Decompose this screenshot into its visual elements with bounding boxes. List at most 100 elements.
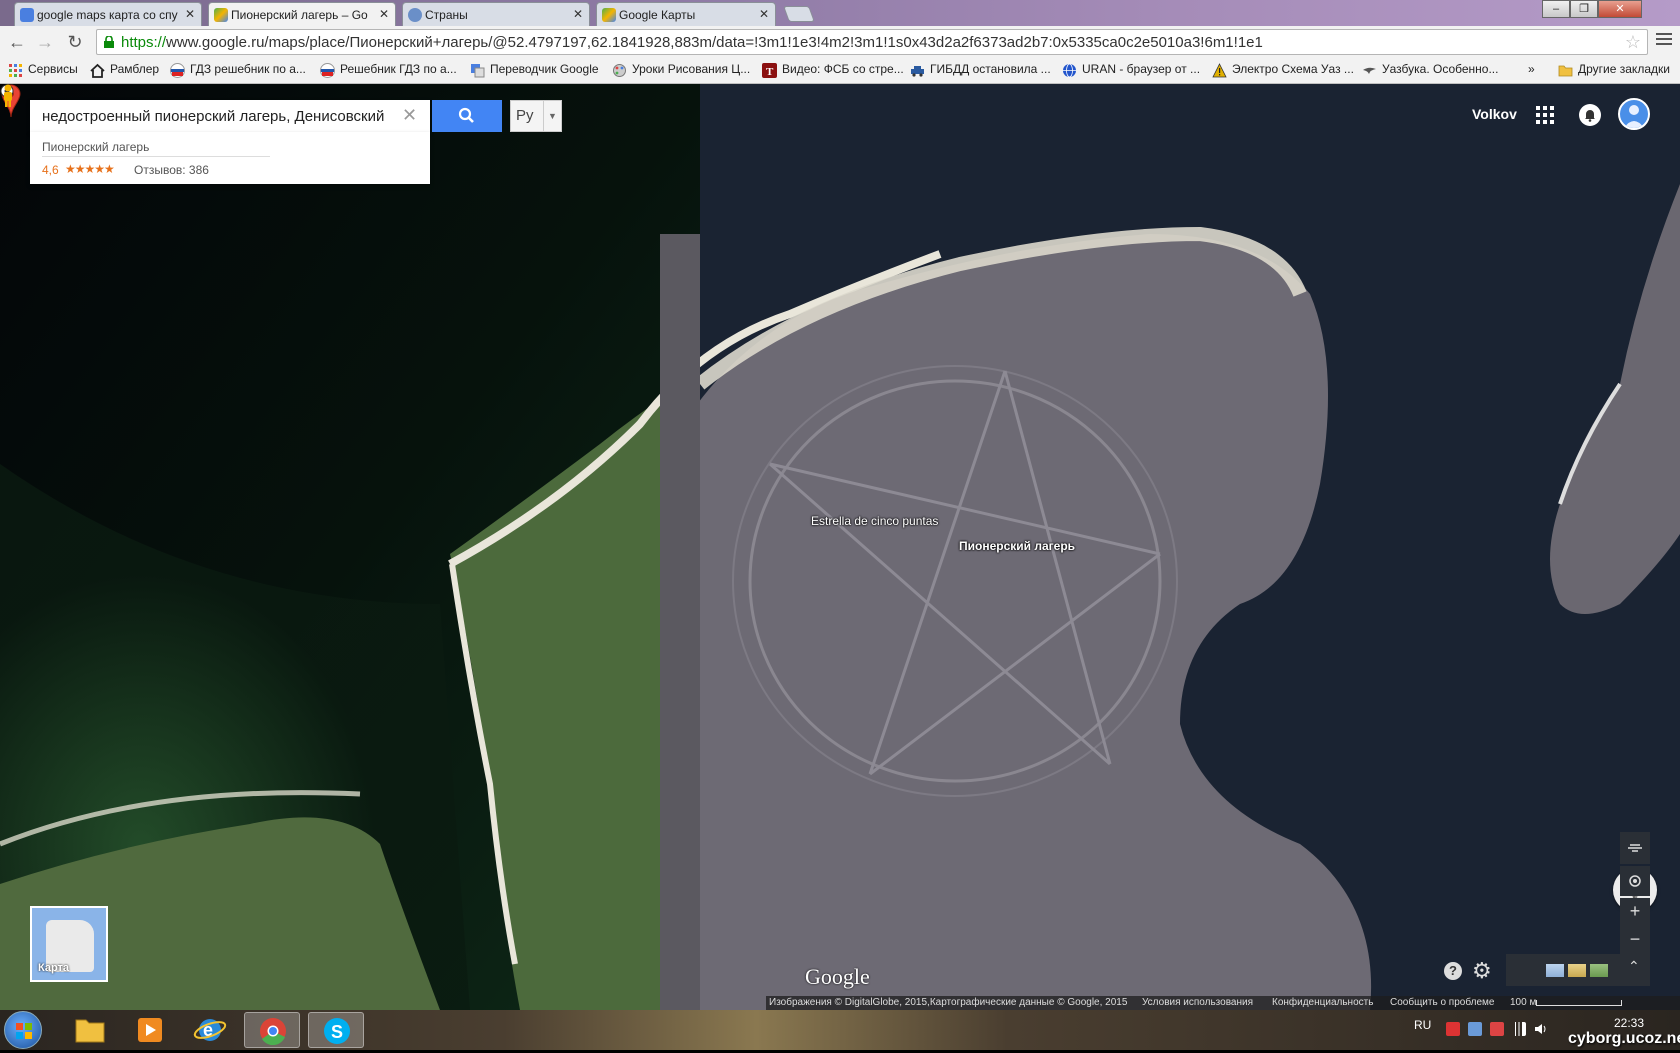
bookmark-google-translate[interactable]: Переводчик Google	[470, 62, 599, 80]
zoom-out-button[interactable]: −	[1620, 926, 1650, 952]
windows-logo-icon	[16, 1023, 32, 1039]
taskbar: e S RU 22:33	[0, 1010, 1680, 1050]
search-input[interactable]	[30, 100, 400, 132]
bookmark-label: ГИБДД остановила ...	[930, 62, 1051, 76]
language-select[interactable]: Ру ▼	[510, 100, 562, 132]
network-adapter-tray-icon[interactable]	[1468, 1022, 1482, 1036]
bookmark-fsb-video[interactable]: T Видео: ФСБ со стре...	[762, 62, 904, 80]
globe-favicon-icon	[408, 8, 422, 22]
alert-tray-icon[interactable]	[1490, 1022, 1504, 1036]
taskbar-chrome[interactable]	[244, 1012, 300, 1048]
layer-traffic[interactable]	[1546, 964, 1564, 977]
bookmark-label: Рамблер	[110, 62, 160, 76]
chrome-menu-icon[interactable]	[1656, 33, 1672, 47]
other-bookmarks-folder[interactable]: Другие закладки	[1558, 62, 1670, 80]
tab-google-search[interactable]: google maps карта со спу ✕	[14, 2, 202, 26]
restore-button[interactable]: ❐	[1570, 0, 1598, 18]
url-text[interactable]: https://www.google.ru/maps/place/Пионерс…	[121, 34, 1263, 51]
pentagram-label[interactable]: Estrella de cinco puntas	[811, 514, 938, 528]
media-player-icon	[138, 1018, 162, 1042]
bookmark-star-icon[interactable]: ☆	[1625, 32, 1641, 53]
avatar[interactable]	[1618, 98, 1650, 130]
map-mode-toggle[interactable]: Карта	[30, 906, 108, 982]
bookmark-uazbuka[interactable]: Уазбука. Особенно...	[1362, 62, 1498, 80]
pegman-icon[interactable]	[0, 84, 16, 108]
clear-search-icon[interactable]: ✕	[402, 105, 417, 126]
imagery-credits: Изображения © DigitalGlobe, 2015,Картогр…	[769, 997, 1128, 1008]
result-title[interactable]: Пионерский лагерь	[42, 140, 149, 154]
layer-photos[interactable]	[1590, 964, 1608, 977]
help-icon[interactable]: ?	[1444, 962, 1462, 980]
clock-time[interactable]: 22:33	[1614, 1016, 1644, 1030]
forward-button[interactable]: →	[34, 31, 56, 53]
close-window-button[interactable]: ✕	[1598, 0, 1642, 18]
svg-text:S: S	[331, 1022, 343, 1042]
bookmark-rambler[interactable]: Рамблер	[90, 62, 159, 80]
privacy-link[interactable]: Конфиденциальность	[1272, 997, 1373, 1008]
settings-gear-icon[interactable]: ⚙	[1472, 958, 1492, 984]
report-problem-link[interactable]: Сообщить о проблеме	[1390, 997, 1494, 1008]
maps-favicon-icon	[602, 8, 616, 22]
bookmark-gibdd[interactable]: ГИБДД остановила ...	[910, 62, 1051, 80]
bookmarks-overflow-button[interactable]: »	[1528, 62, 1535, 80]
my-location-button[interactable]	[1620, 866, 1650, 896]
layer-terrain[interactable]	[1568, 964, 1586, 977]
taskbar-internet-explorer[interactable]: e	[182, 1012, 238, 1048]
zoom-in-button[interactable]: +	[1620, 898, 1650, 924]
account-name[interactable]: Volkov	[1472, 106, 1517, 122]
tab-title: Страны	[425, 8, 468, 22]
signal-strength-icon[interactable]	[1512, 1022, 1526, 1036]
tab-countries[interactable]: Страны ✕	[402, 2, 590, 26]
bookmark-label: Переводчик Google	[490, 62, 599, 76]
bookmark-drawing-lessons[interactable]: Уроки Рисования Ц...	[612, 62, 750, 80]
url-path: www.google.ru/maps/place/Пионерский+лаге…	[166, 34, 1263, 51]
taskbar-media-player[interactable]	[122, 1012, 178, 1048]
collapse-icon[interactable]: ⌃	[1628, 958, 1640, 975]
flag-ru-icon	[320, 63, 335, 78]
warning-icon	[1212, 63, 1227, 78]
tab-title: Пионерский лагерь – Go	[231, 8, 368, 22]
tilt-control[interactable]	[1620, 832, 1650, 864]
satellite-map[interactable]: ✕ Ру ▼ Пионерский лагерь 4,6 ★★★★★ Отзыв…	[0, 84, 1680, 1010]
bookmark-gdz-2[interactable]: Решебник ГДЗ по а...	[320, 62, 457, 80]
search-result-card[interactable]: Пионерский лагерь 4,6 ★★★★★ Отзывов: 386	[30, 132, 430, 184]
new-tab-button[interactable]	[783, 6, 815, 22]
google-apps-icon[interactable]	[1536, 106, 1554, 124]
scale-label[interactable]: 100 м	[1510, 997, 1536, 1008]
close-tab-icon[interactable]: ✕	[759, 7, 769, 21]
start-button[interactable]	[4, 1011, 42, 1049]
search-button[interactable]	[432, 100, 502, 132]
internet-explorer-icon: e	[193, 1019, 227, 1041]
tab-pioneer-camp[interactable]: Пионерский лагерь – Go ✕	[208, 2, 396, 26]
map-mode-label: Карта	[38, 962, 70, 974]
back-button[interactable]: ←	[6, 31, 28, 53]
bookmark-electro-scheme[interactable]: Электро Схема Уаз ...	[1212, 62, 1354, 80]
tab-title: google maps карта со спу	[37, 8, 178, 22]
tilt-icon	[1628, 844, 1642, 852]
search-box: ✕	[30, 100, 430, 132]
volume-icon[interactable]	[1534, 1022, 1548, 1036]
bookmark-label: Решебник ГДЗ по а...	[340, 62, 457, 76]
minimize-button[interactable]: –	[1542, 0, 1570, 18]
antivirus-tray-icon[interactable]	[1446, 1022, 1460, 1036]
result-reviews[interactable]: Отзывов: 386	[134, 163, 209, 177]
map-footer: Изображения © DigitalGlobe, 2015,Картогр…	[766, 996, 1680, 1010]
bookmark-services[interactable]: Сервисы	[8, 62, 78, 80]
bookmark-label: Другие закладки	[1578, 62, 1670, 76]
place-label[interactable]: Пионерский лагерь	[959, 539, 1075, 553]
bookmark-label: Видео: ФСБ со стре...	[782, 62, 904, 76]
bookmark-uran[interactable]: URAN - браузер от ...	[1062, 62, 1200, 80]
notifications-bell-icon[interactable]	[1579, 104, 1601, 126]
terms-link[interactable]: Условия использования	[1142, 997, 1253, 1008]
taskbar-explorer[interactable]	[62, 1012, 118, 1048]
close-tab-icon[interactable]: ✕	[185, 7, 195, 21]
address-bar[interactable]: https://www.google.ru/maps/place/Пионерс…	[96, 29, 1648, 55]
flag-ru-icon	[170, 63, 185, 78]
taskbar-skype[interactable]: S	[308, 1012, 364, 1048]
tab-google-maps[interactable]: Google Карты ✕	[596, 2, 776, 26]
bookmark-gdz-1[interactable]: ГДЗ решебник по а...	[170, 62, 306, 80]
keyboard-language[interactable]: RU	[1414, 1018, 1431, 1032]
close-tab-icon[interactable]: ✕	[379, 7, 389, 21]
close-tab-icon[interactable]: ✕	[573, 7, 583, 21]
reload-button[interactable]: ↻	[64, 31, 86, 53]
